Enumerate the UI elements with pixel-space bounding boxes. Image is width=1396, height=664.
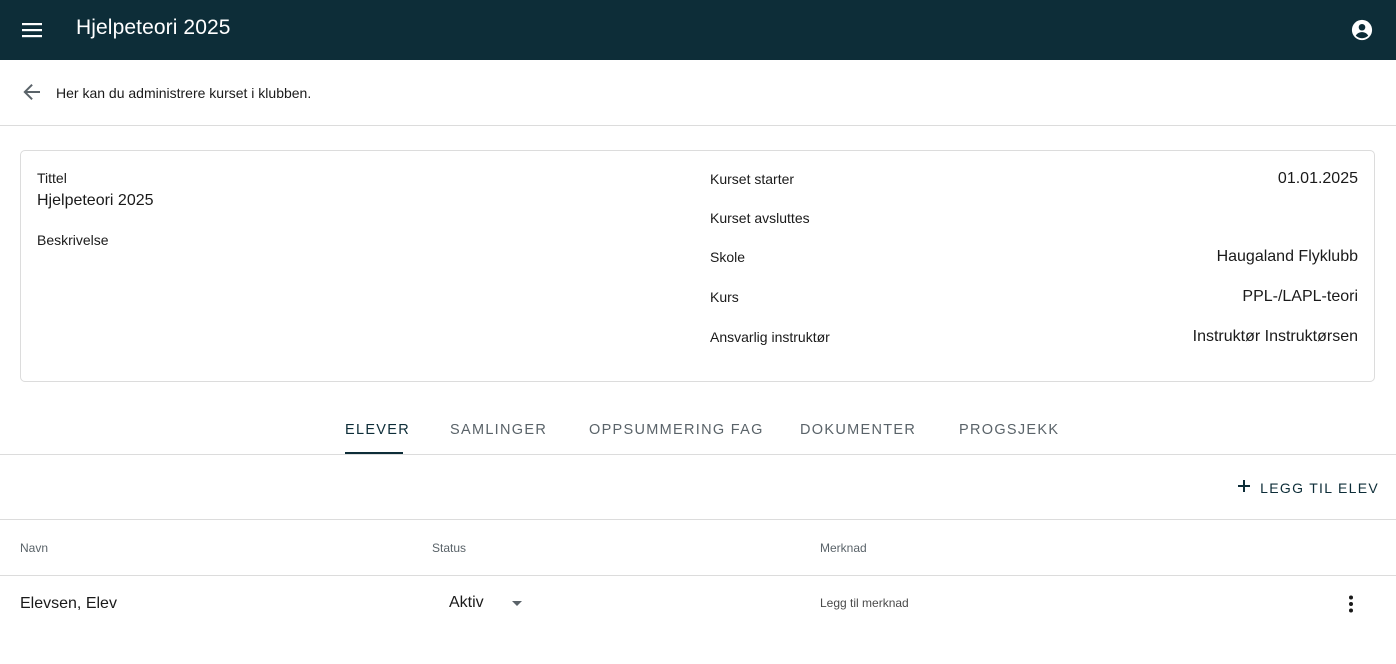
tab-samlinger[interactable]: SAMLINGER	[450, 404, 547, 455]
title-label: Tittel	[37, 170, 67, 186]
table-header-divider	[0, 575, 1396, 576]
title-value: Hjelpeteori 2025	[37, 192, 154, 209]
tab-elever[interactable]: ELEVER	[345, 404, 410, 455]
column-header-note: Merknad	[820, 541, 867, 555]
arrow-back-icon[interactable]	[14, 74, 50, 110]
status-select[interactable]: Aktiv	[449, 594, 523, 612]
column-header-status: Status	[432, 541, 467, 555]
table-top-divider	[0, 519, 1396, 520]
course-info-card: Tittel Hjelpeteori 2025 Beskrivelse Kurs…	[20, 150, 1375, 382]
course-label: Kurs	[710, 289, 739, 305]
school-label: Skole	[710, 249, 746, 265]
instructor-label: Ansvarlig instruktør	[710, 329, 830, 345]
instructor-value: Instruktør Instruktørsen	[1192, 328, 1358, 345]
active-tab-indicator	[345, 452, 403, 454]
course-tabs: ELEVER SAMLINGER OPPSUMMERING FAG DOKUME…	[0, 404, 1396, 455]
school-value: Haugaland Flyklubb	[1216, 248, 1358, 265]
tab-progsjekk[interactable]: PROGSJEKK	[959, 404, 1059, 455]
plus-icon	[1238, 479, 1251, 497]
add-student-label: LEGG TIL ELEV	[1260, 480, 1379, 496]
add-student-button[interactable]: LEGG TIL ELEV	[1238, 478, 1379, 498]
app-bar: Hjelpeteori 2025	[0, 0, 1396, 60]
start-date-label: Kurset starter	[710, 171, 795, 187]
more-vert-icon[interactable]	[1336, 589, 1366, 619]
column-header-name: Navn	[20, 541, 49, 555]
student-name: Elevsen, Elev	[20, 595, 117, 612]
course-value: PPL-/LAPL-teori	[1242, 288, 1358, 305]
tab-oppsummering-fag[interactable]: OPPSUMMERING FAG	[589, 404, 764, 455]
tab-dokumenter[interactable]: DOKUMENTER	[800, 404, 916, 455]
note-field[interactable]: Legg til merknad	[820, 596, 909, 610]
dropdown-arrow-icon	[511, 594, 523, 612]
end-date-label: Kurset avsluttes	[710, 210, 810, 226]
page-description: Her kan du administrere kurset i klubben…	[56, 85, 312, 101]
description-label: Beskrivelse	[37, 232, 109, 248]
app-title: Hjelpeteori 2025	[76, 16, 231, 39]
page-subheader: Her kan du administrere kurset i klubben…	[0, 60, 1396, 126]
start-date-value: 01.01.2025	[1277, 170, 1358, 187]
hamburger-menu-icon[interactable]	[12, 10, 52, 50]
status-value: Aktiv	[449, 594, 484, 611]
account-circle-icon[interactable]	[1342, 10, 1382, 50]
